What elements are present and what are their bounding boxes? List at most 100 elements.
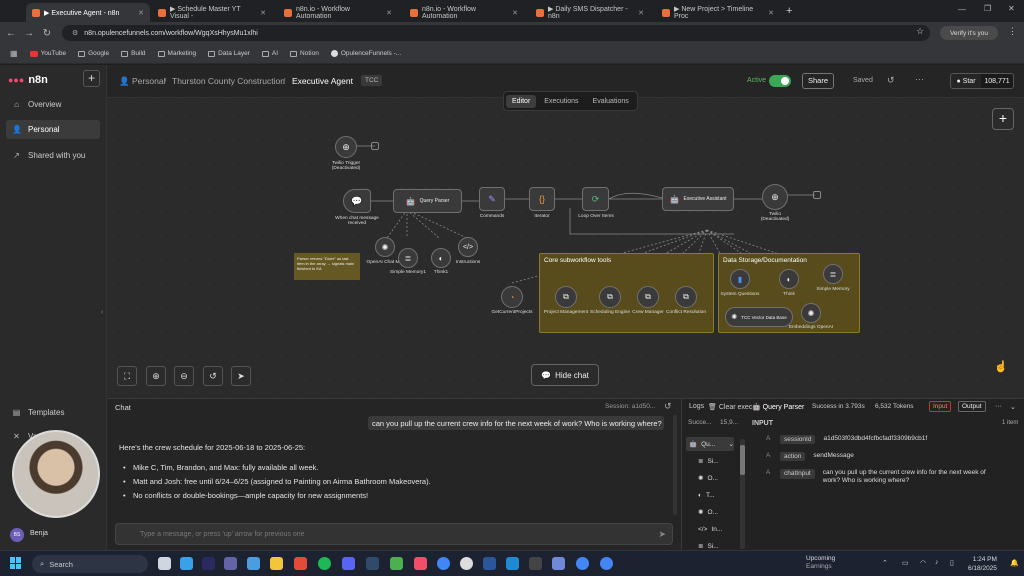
user-name[interactable]: Benja (30, 530, 48, 537)
sidebar-item-personal[interactable]: 👤 Personal (6, 120, 100, 139)
sticky-note[interactable]: Parser returns "Done" as last item in th… (294, 253, 360, 280)
tree-item[interactable]: ≣ Si... (686, 454, 734, 468)
reload-icon[interactable]: ↻ (40, 28, 54, 39)
new-tab-icon[interactable]: + (786, 5, 792, 17)
instructions-node[interactable]: </> (458, 237, 478, 257)
input-tab[interactable]: Input (929, 401, 952, 412)
create-button[interactable]: + (83, 70, 100, 87)
refresh-icon[interactable]: ↺ (664, 401, 672, 412)
site-info-icon[interactable]: ⚙ (72, 29, 78, 37)
discord-icon[interactable] (342, 557, 355, 570)
wifi-icon[interactable]: ◠ (920, 559, 926, 567)
bookmark-star-icon[interactable]: ☆ (916, 26, 924, 37)
close-icon[interactable]: ✕ (638, 9, 644, 17)
embeddings-node[interactable]: ✺ (801, 303, 821, 323)
browser-tab[interactable]: ▶ Daily SMS Dispatcher - n8n ✕ (530, 3, 650, 22)
chrome-icon[interactable] (576, 557, 589, 570)
executive-assistant-node[interactable]: 🤖 Executive Assistant (662, 187, 734, 211)
workflow-canvas[interactable]: Editor Executions Evaluations + ⊕ Twilio… (107, 91, 1024, 398)
tree-item[interactable]: ✺ O... (686, 505, 734, 519)
close-icon[interactable]: ✕ (138, 9, 144, 17)
twilio-trigger-node[interactable]: ⊕ (335, 136, 357, 158)
browser-tab[interactable]: n8n.io - Workflow Automation ✕ (404, 3, 524, 22)
sidebar-item-templates[interactable]: ▤ Templates (6, 403, 100, 422)
crew-manager-node[interactable]: ⧉ (637, 286, 659, 308)
close-icon[interactable]: ✕ (260, 9, 266, 17)
notification-icon[interactable]: ▭ (902, 559, 909, 567)
active-toggle[interactable] (769, 75, 791, 87)
menu-icon[interactable]: ⋮ (1008, 26, 1017, 37)
twilio-node[interactable]: ⊕ (762, 184, 788, 210)
tree-item[interactable]: 🤖 Qu... ⌄ (686, 437, 734, 451)
minecraft-icon[interactable] (390, 557, 403, 570)
close-icon[interactable]: ✕ (768, 9, 774, 17)
chat-input[interactable]: Type a message, or press 'up' arrow for … (115, 523, 673, 545)
volume-icon[interactable]: ♪ (935, 559, 939, 566)
premiere-icon[interactable] (202, 557, 215, 570)
spotify-icon[interactable] (318, 557, 331, 570)
bookmark-notion[interactable]: Notion (290, 50, 319, 57)
loop-node[interactable]: ⟳ (582, 187, 609, 211)
sidebar-item-overview[interactable]: ⌂ Overview (6, 95, 100, 114)
terminal-icon[interactable] (529, 557, 542, 570)
bookmark-marketing[interactable]: Marketing (157, 50, 196, 57)
widgets-icon[interactable] (180, 557, 193, 570)
tree-item[interactable]: ✺ O... (686, 471, 734, 485)
close-icon[interactable]: ✕ (512, 9, 518, 17)
maximize-icon[interactable]: ❐ (984, 4, 991, 13)
clock[interactable]: 1:24 PM 6/18/2025 (968, 555, 997, 573)
breadcrumb-root[interactable]: 👤 Personal (119, 76, 166, 87)
iterator-node[interactable]: {} (529, 187, 555, 211)
collapse-sidebar-icon[interactable]: ‹ (101, 309, 103, 316)
collapse-icon[interactable]: ⌄ (1010, 403, 1016, 411)
bookmark-opulence[interactable]: OpulenceFunnels -... (330, 50, 401, 57)
breadcrumb-folder[interactable]: Thurston County Construction (172, 76, 285, 86)
think-node[interactable]: ◐ (431, 248, 451, 268)
query-parser-node[interactable]: 🤖 Query Parser (393, 189, 462, 213)
add-connection-icon[interactable] (813, 191, 821, 199)
bell-icon[interactable]: 🔔 (1010, 559, 1019, 567)
bookmark-data-layer[interactable]: Data Layer (208, 50, 250, 57)
commands-node[interactable]: ✎ (479, 187, 505, 211)
tree-item[interactable]: ◐ T... (686, 488, 734, 502)
battery-icon[interactable]: ▯ (950, 559, 954, 567)
minimize-icon[interactable]: — (958, 5, 966, 14)
tree-scrollbar[interactable] (740, 439, 745, 549)
avatar[interactable]: BS (10, 528, 24, 542)
output-tab[interactable]: Output (958, 401, 986, 412)
zoom-in-button[interactable]: ⊕ (146, 366, 166, 386)
forward-icon[interactable]: → (22, 28, 36, 39)
browser-tab[interactable]: n8n.io - Workflow Automation ✕ (278, 3, 398, 22)
browser-tab[interactable]: ▶ New Project > Timeline Proc ✕ (656, 3, 780, 22)
history-icon[interactable]: ↺ (887, 75, 895, 86)
openai-chat-node[interactable]: ✺ (375, 237, 395, 257)
calculator-icon[interactable] (247, 557, 260, 570)
zoom-out-button[interactable]: ⊖ (174, 366, 194, 386)
n8n-logo[interactable]: ●●● n8n (8, 74, 48, 86)
add-connection-icon[interactable] (371, 142, 379, 150)
simple-memory-node[interactable]: ≣ (398, 248, 418, 268)
hide-chat-button[interactable]: 💬 Hide chat (531, 364, 599, 386)
simple-memory-node-2[interactable]: ≣ (823, 264, 843, 284)
app-icon[interactable] (552, 557, 565, 570)
vector-store-node[interactable]: ✺ TCC Vector Data Base (725, 307, 793, 327)
teams-icon[interactable] (224, 557, 237, 570)
github-star-button[interactable]: ● Star 108,771 (950, 73, 1014, 89)
more-options-icon[interactable]: ··· (995, 403, 1002, 410)
url-input[interactable]: ⚙ n8n.opulencefunnels.com/workflow/WgqXsH… (62, 25, 930, 41)
system-questions-node[interactable]: ▮ (730, 269, 750, 289)
tree-item[interactable]: </> In... (686, 522, 734, 536)
workflow-tag[interactable]: TCC (361, 75, 383, 86)
bookmark-ai[interactable]: AI (261, 50, 278, 57)
bookmark-google[interactable]: Google (78, 50, 109, 57)
chrome-icon[interactable] (437, 557, 450, 570)
close-icon[interactable]: ✕ (386, 9, 392, 17)
openai-icon[interactable] (460, 557, 473, 570)
itunes-icon[interactable] (414, 557, 427, 570)
project-management-node[interactable]: ⧉ (555, 286, 577, 308)
verify-button[interactable]: Verify it's you (940, 26, 998, 40)
more-options-icon[interactable]: ··· (915, 74, 924, 84)
bookmark-youtube[interactable]: YouTube (29, 50, 66, 57)
workflow-name[interactable]: Executive Agent (292, 76, 353, 86)
scheduling-engine-node[interactable]: ⧉ (599, 286, 621, 308)
